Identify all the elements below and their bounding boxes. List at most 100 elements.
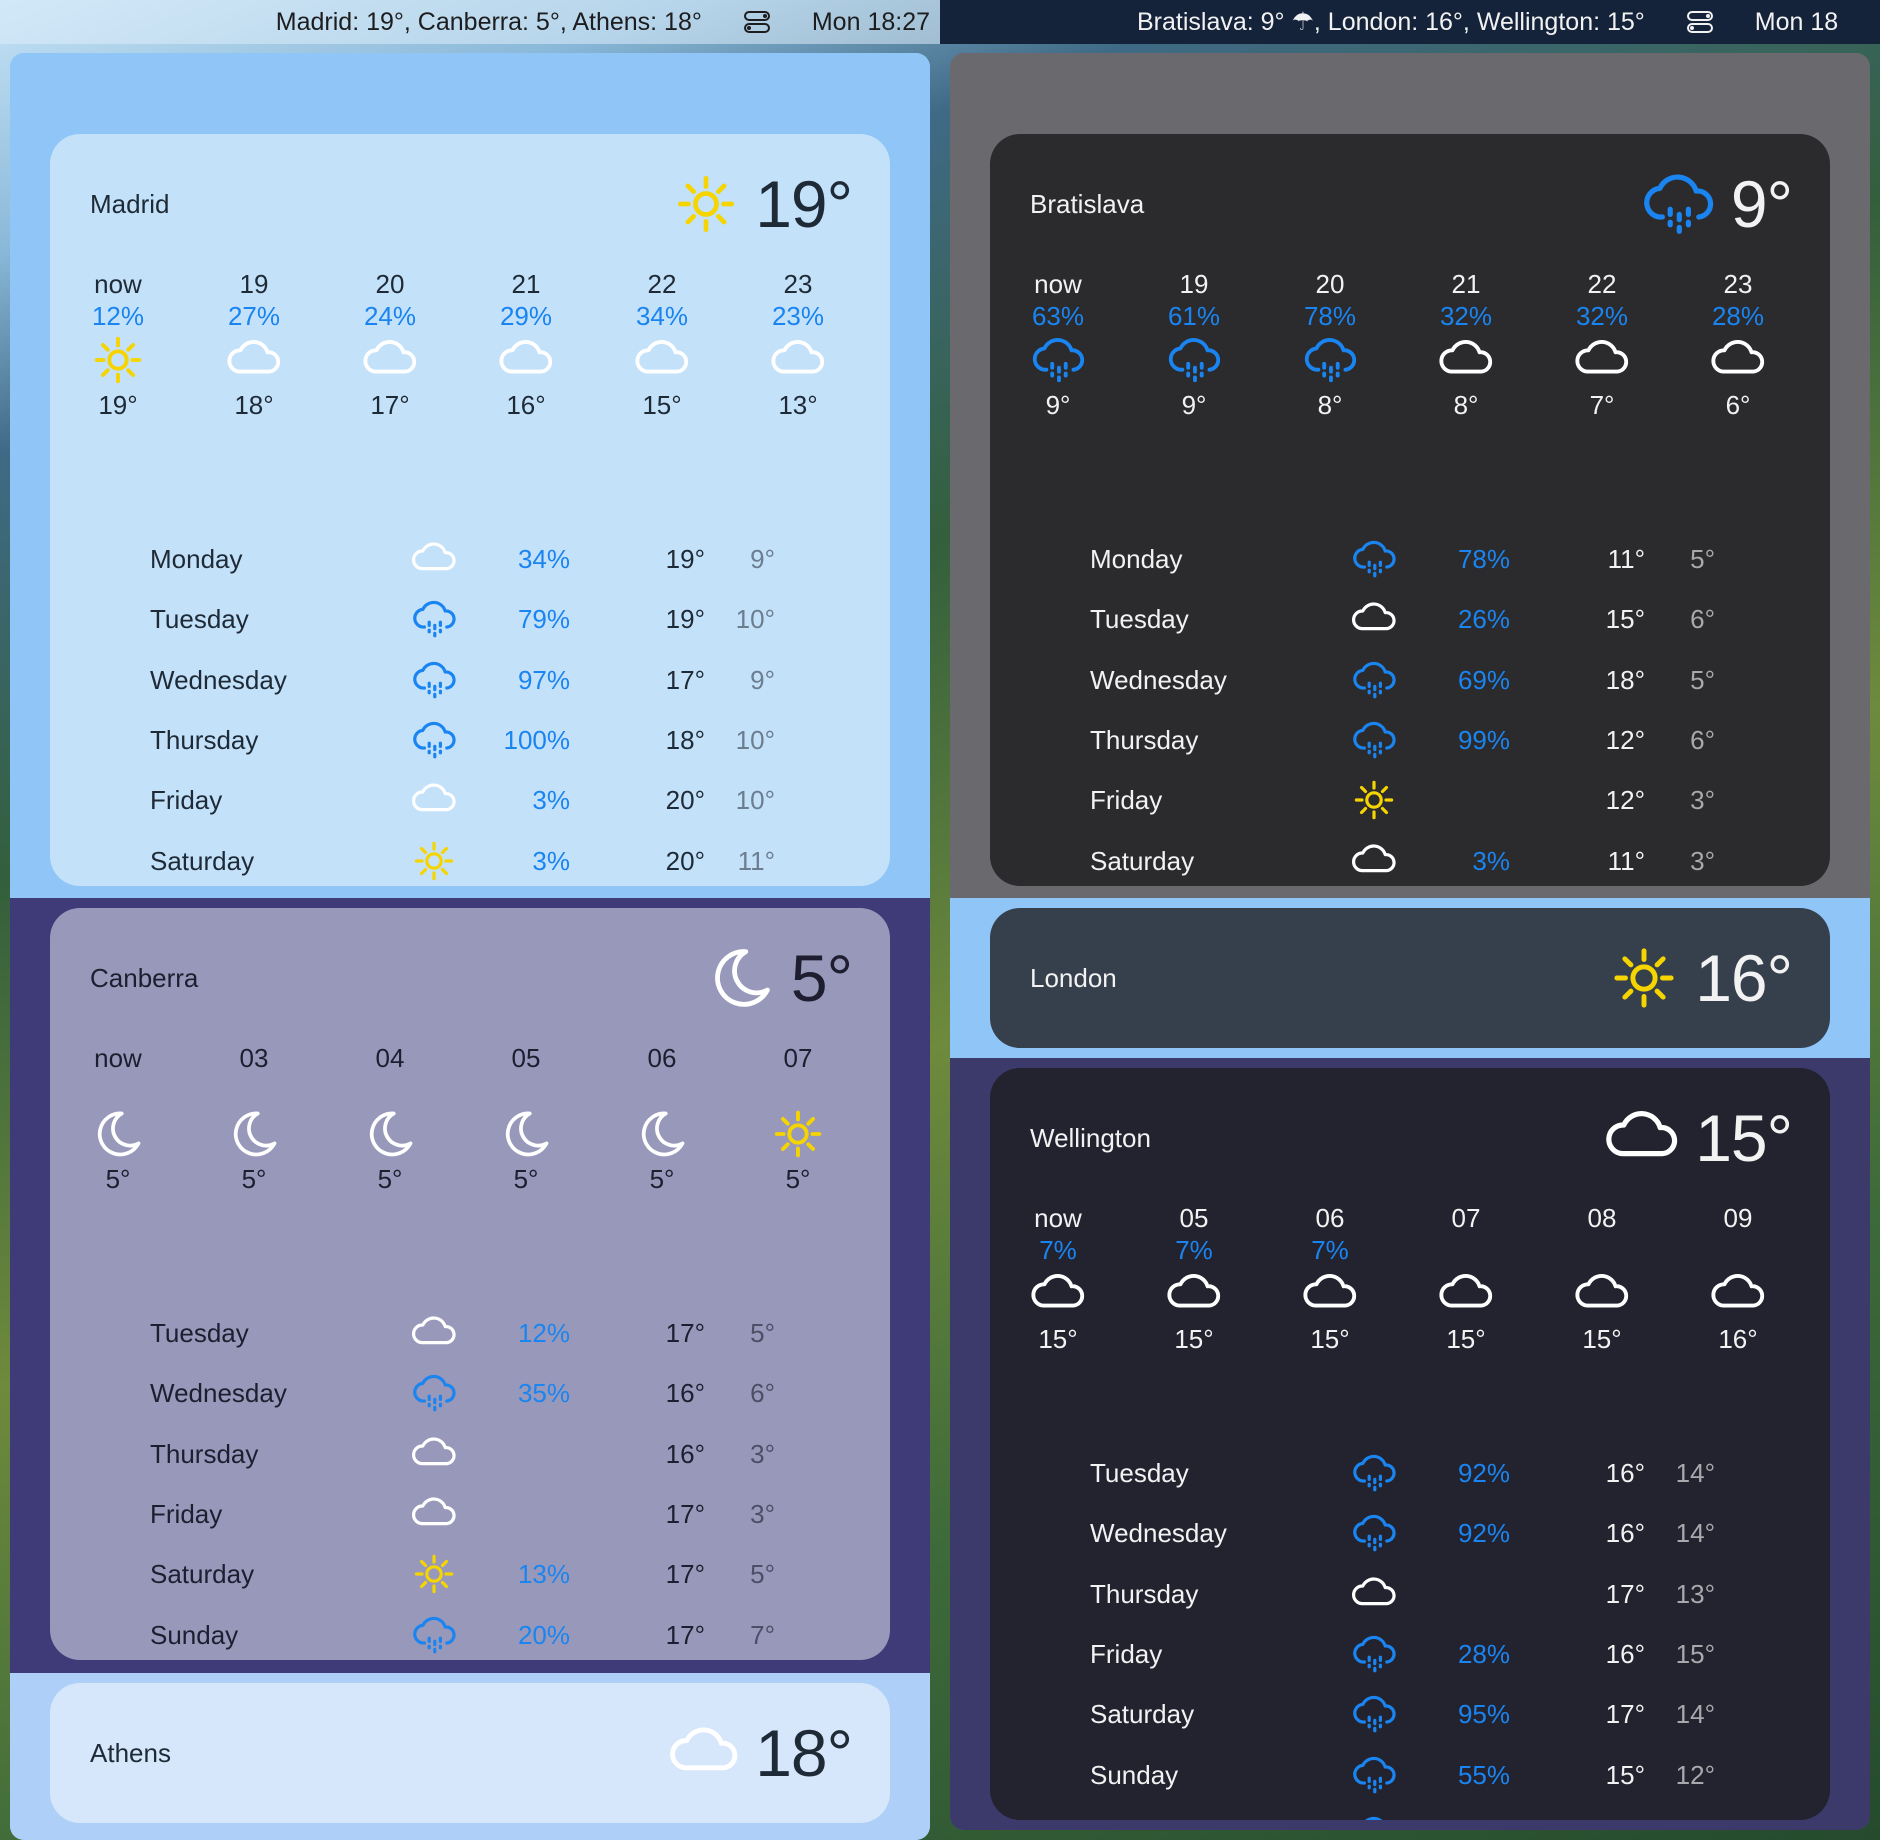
city-card-wellington[interactable]: Wellington 15° now 7% 15° 05 7% 15° 06 7% 15° 07 1… bbox=[990, 1068, 1830, 1820]
daily-row[interactable]: Friday 28% 16° 15° bbox=[990, 1624, 1830, 1684]
hourly-item: now 7% 15° bbox=[990, 1202, 1126, 1356]
daily-row[interactable]: Saturday 3% 11° 3° bbox=[990, 831, 1830, 887]
daily-row[interactable]: Saturday 3% 20° 11° bbox=[50, 831, 890, 887]
hour-label: 23 bbox=[1723, 269, 1753, 299]
day-name: Thursday bbox=[1090, 1578, 1199, 1609]
daily-row[interactable]: Tuesday 79% 19° 10° bbox=[50, 589, 890, 649]
precipitation-chance: 61% bbox=[1167, 301, 1221, 331]
daily-row[interactable]: Wednesday 92% 16° 14° bbox=[990, 1503, 1830, 1563]
current-temperature: 5° bbox=[790, 941, 853, 1015]
moon-icon bbox=[186, 1106, 322, 1162]
cloud-icon bbox=[1350, 1564, 1398, 1624]
high-temperature: 19° bbox=[665, 544, 705, 574]
daily-row[interactable]: Thursday 99% 12° 6° bbox=[990, 710, 1830, 770]
city-card-london[interactable]: London 16° bbox=[990, 908, 1830, 1048]
hour-label: 05 bbox=[1179, 1203, 1209, 1233]
menu-bar-weather-summary[interactable]: Bratislava: 9° ☂, London: 16°, Wellingto… bbox=[1137, 7, 1645, 37]
daily-row[interactable]: Saturday 95% 17° 14° bbox=[990, 1684, 1830, 1744]
cloud-icon bbox=[410, 1303, 458, 1363]
cloud-icon bbox=[410, 1484, 458, 1544]
day-name: Monday bbox=[150, 544, 243, 574]
daily-row[interactable]: Tuesday 26% 15° 6° bbox=[990, 589, 1830, 649]
control-center-icon[interactable] bbox=[1686, 11, 1713, 33]
low-temperature: 6° bbox=[1690, 604, 1715, 635]
cloud-icon bbox=[410, 770, 458, 830]
hour-temperature: 8° bbox=[1453, 390, 1479, 420]
daily-row[interactable]: Tuesday 12% 17° 5° bbox=[50, 1303, 890, 1363]
hourly-item: 23 23% 13° bbox=[730, 268, 866, 422]
city-header: Madrid 19° bbox=[90, 134, 853, 274]
daily-row[interactable]: Sunday 20% 17° 7° bbox=[50, 1605, 890, 1661]
hour-label: now bbox=[1034, 269, 1082, 299]
menu-bar-left: Madrid: 19°, Canberra: 5°, Athens: 18° M… bbox=[0, 0, 940, 44]
rain-icon bbox=[990, 332, 1126, 388]
high-temperature: 17° bbox=[665, 664, 705, 695]
daily-row[interactable]: Sunday 55% 15° 12° bbox=[990, 1745, 1830, 1805]
menu-bar-weather-summary[interactable]: Madrid: 19°, Canberra: 5°, Athens: 18° bbox=[276, 8, 702, 37]
city-card-canberra[interactable]: Canberra 5° now 5° 03 5° 04 5° 05 5° 06 5° 07 5° Tu… bbox=[50, 908, 890, 1660]
daily-row[interactable]: Thursday 100% 18° 10° bbox=[50, 710, 890, 770]
menu-bar-clock[interactable]: Mon 18 bbox=[1755, 8, 1838, 37]
hour-temperature: 15° bbox=[642, 390, 682, 420]
menu-bar-clock[interactable]: Mon 18:27 bbox=[812, 8, 930, 37]
daily-row[interactable]: Wednesday 97% 17° 9° bbox=[50, 650, 890, 710]
precipitation-chance: 12% bbox=[517, 1318, 570, 1348]
daily-row[interactable]: Wednesday 35% 16° 6° bbox=[50, 1363, 890, 1423]
rain-icon bbox=[1350, 1805, 1398, 1820]
daily-row[interactable]: Friday 12° 3° bbox=[990, 770, 1830, 830]
low-temperature: 10° bbox=[735, 724, 775, 755]
current-temperature: 9° bbox=[1730, 167, 1793, 241]
hour-temperature: 13° bbox=[778, 390, 818, 420]
hour-temperature: 5° bbox=[105, 1164, 131, 1194]
hour-label: 04 bbox=[375, 1043, 405, 1073]
precipitation-chance bbox=[1534, 1234, 1670, 1266]
day-name: Thursday bbox=[150, 1438, 259, 1469]
cloud-icon bbox=[990, 1266, 1126, 1322]
cloud-icon bbox=[594, 332, 730, 388]
current-temperature: 16° bbox=[1695, 941, 1793, 1015]
control-center-icon[interactable] bbox=[743, 11, 770, 33]
city-name: Wellington bbox=[1030, 1123, 1151, 1153]
city-name: Bratislava bbox=[1030, 189, 1145, 219]
daily-row[interactable]: Monday 78% 12° 9° bbox=[990, 1805, 1830, 1820]
hour-temperature: 6° bbox=[1725, 390, 1751, 420]
day-name: Saturday bbox=[1090, 1699, 1195, 1730]
precipitation-chance bbox=[730, 1074, 866, 1106]
daily-row[interactable]: Monday 34% 19° 9° bbox=[50, 529, 890, 589]
daily-row[interactable]: Thursday 16° 3° bbox=[50, 1424, 890, 1484]
hour-temperature: 15° bbox=[1174, 1324, 1214, 1354]
hourly-item: 05 5° bbox=[458, 1042, 594, 1196]
moon-icon bbox=[594, 1106, 730, 1162]
precipitation-chance: 12% bbox=[91, 301, 145, 331]
city-card-athens[interactable]: Athens 18° bbox=[50, 1683, 890, 1823]
day-name: Friday bbox=[1090, 785, 1163, 816]
precipitation-chance: 7% bbox=[1039, 1235, 1077, 1265]
cloud-icon bbox=[1534, 332, 1670, 388]
daily-row[interactable]: Friday 17° 3° bbox=[50, 1484, 890, 1544]
weather-panel-dark: ⚙ Bratislava 9° now63%9°1961%9°2078%8°21… bbox=[950, 53, 1870, 1830]
day-name: Monday bbox=[1090, 1805, 1183, 1821]
cloud-icon bbox=[1350, 831, 1398, 887]
day-name: Tuesday bbox=[150, 604, 249, 635]
hourly-item: 08 15° bbox=[1534, 1202, 1670, 1356]
daily-row[interactable]: Monday 78% 11° 5° bbox=[990, 529, 1830, 589]
daily-row[interactable]: Saturday 13% 17° 5° bbox=[50, 1544, 890, 1604]
city-card-bratislava[interactable]: Bratislava 9° now 63% 9° 19 61% 9° 20 78% 8° 21 32… bbox=[990, 134, 1830, 886]
daily-row[interactable]: Thursday 17° 13° bbox=[990, 1564, 1830, 1624]
precipitation-chance: 7% bbox=[1311, 1235, 1349, 1265]
city-name: Canberra bbox=[90, 963, 199, 993]
cloud-icon bbox=[1350, 589, 1398, 649]
hourly-item: now 63% 9° bbox=[990, 268, 1126, 422]
daily-row[interactable]: Wednesday 69% 18° 5° bbox=[990, 650, 1830, 710]
low-temperature: 14° bbox=[1675, 1699, 1715, 1730]
hour-label: 05 bbox=[511, 1043, 541, 1073]
hour-label: 19 bbox=[239, 269, 269, 299]
daily-row[interactable]: Tuesday 92% 16° 14° bbox=[990, 1443, 1830, 1503]
high-temperature: 16° bbox=[1605, 1518, 1645, 1549]
hour-label: now bbox=[94, 1043, 142, 1073]
city-card-madrid[interactable]: Madrid 19° now 12% 19° 19 27% 18° 20 24% 17° 21 29… bbox=[50, 134, 890, 886]
daily-row[interactable]: Friday 3% 20° 10° bbox=[50, 770, 890, 830]
day-name: Sunday bbox=[150, 1619, 239, 1650]
current-conditions: 19° bbox=[671, 134, 853, 274]
precipitation-chance: 20% bbox=[517, 1619, 570, 1650]
